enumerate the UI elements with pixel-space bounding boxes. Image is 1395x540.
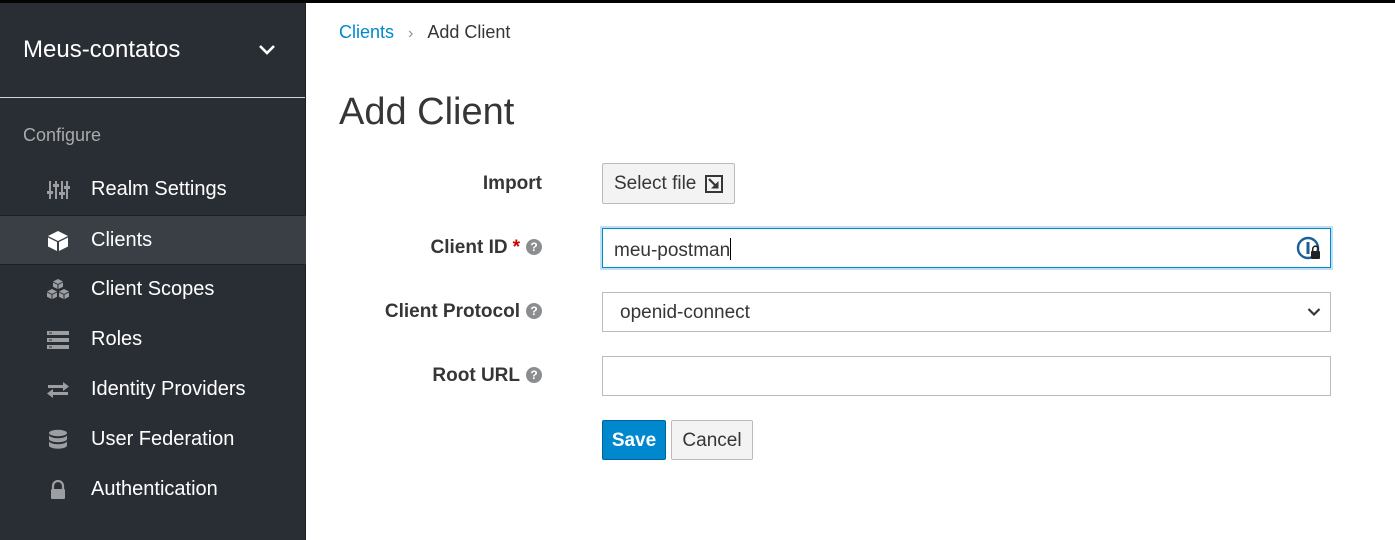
import-label: Import bbox=[483, 173, 542, 195]
chevron-right-icon: › bbox=[408, 25, 414, 42]
text-cursor bbox=[730, 238, 732, 260]
sidebar-item-label: Clients bbox=[91, 229, 153, 251]
client-id-input[interactable]: meu-postman bbox=[602, 228, 1331, 268]
main-content: Clients › Add Client Add Client Import Sel… bbox=[307, 3, 1395, 540]
lock-icon bbox=[51, 479, 65, 499]
sidebar: Meus-contatos Configure Realm Settings C… bbox=[0, 3, 306, 540]
sidebar-item-label: Roles bbox=[91, 328, 143, 350]
save-button[interactable]: Save bbox=[602, 420, 666, 460]
exchange-icon bbox=[47, 382, 69, 398]
import-label-text: Import bbox=[482, 173, 542, 194]
sliders-icon bbox=[47, 181, 70, 199]
sidebar-item-identity-providers[interactable]: Identity Providers bbox=[0, 365, 306, 415]
select-file-label: Select file bbox=[614, 173, 697, 194]
sidebar-item-label: User Federation bbox=[91, 428, 235, 450]
root-url-input[interactable] bbox=[602, 356, 1331, 396]
sidebar-item-roles[interactable]: Roles bbox=[0, 315, 306, 365]
select-file-button[interactable]: Select file bbox=[602, 163, 735, 204]
sidebar-item-label: Authentication bbox=[91, 478, 218, 500]
sidebar-item-label: Identity Providers bbox=[91, 378, 246, 400]
cancel-button[interactable]: Cancel bbox=[671, 420, 753, 460]
client-protocol-value: openid-connect bbox=[620, 302, 750, 323]
database-icon bbox=[49, 429, 67, 449]
sidebar-item-label: Realm Settings bbox=[91, 178, 227, 200]
password-manager-icon[interactable] bbox=[1296, 236, 1322, 262]
breadcrumb: Clients › Add Client bbox=[339, 22, 510, 43]
breadcrumb-current: Add Client bbox=[427, 22, 511, 42]
client-id-label: Client ID *? bbox=[431, 237, 542, 259]
realm-name: Meus-contatos bbox=[23, 36, 181, 63]
help-icon[interactable]: ? bbox=[526, 303, 542, 319]
sidebar-item-authentication[interactable]: Authentication bbox=[0, 465, 306, 515]
list-icon bbox=[47, 331, 69, 349]
cubes-icon bbox=[47, 279, 69, 299]
import-icon bbox=[705, 175, 723, 193]
root-url-label: Root URL? bbox=[432, 365, 542, 387]
sidebar-item-client-scopes[interactable]: Client Scopes bbox=[0, 265, 306, 315]
root-url-label-text: Root URL bbox=[432, 365, 520, 386]
realm-selector[interactable]: Meus-contatos bbox=[0, 3, 305, 98]
sidebar-nav: Realm Settings Clients Client Scopes Rol… bbox=[0, 165, 306, 515]
required-marker: * bbox=[512, 237, 520, 258]
page-title: Add Client bbox=[339, 91, 515, 133]
help-icon[interactable]: ? bbox=[526, 239, 542, 255]
sidebar-item-clients[interactable]: Clients bbox=[0, 215, 306, 265]
breadcrumb-link-clients[interactable]: Clients bbox=[339, 22, 394, 42]
sidebar-item-user-federation[interactable]: User Federation bbox=[0, 415, 306, 465]
section-configure-label: Configure bbox=[23, 125, 102, 145]
sidebar-item-label: Client Scopes bbox=[91, 278, 215, 300]
client-id-value: meu-postman bbox=[614, 240, 731, 261]
client-id-label-text: Client ID bbox=[430, 237, 508, 258]
cube-icon bbox=[48, 231, 68, 251]
client-protocol-label-text: Client Protocol bbox=[384, 301, 520, 322]
chevron-down-icon bbox=[1307, 308, 1321, 317]
chevron-down-icon bbox=[259, 45, 275, 55]
sidebar-item-realm-settings[interactable]: Realm Settings bbox=[0, 165, 306, 215]
help-icon[interactable]: ? bbox=[526, 367, 542, 383]
client-protocol-select[interactable]: openid-connect bbox=[602, 292, 1331, 332]
client-protocol-label: Client Protocol? bbox=[385, 301, 542, 323]
